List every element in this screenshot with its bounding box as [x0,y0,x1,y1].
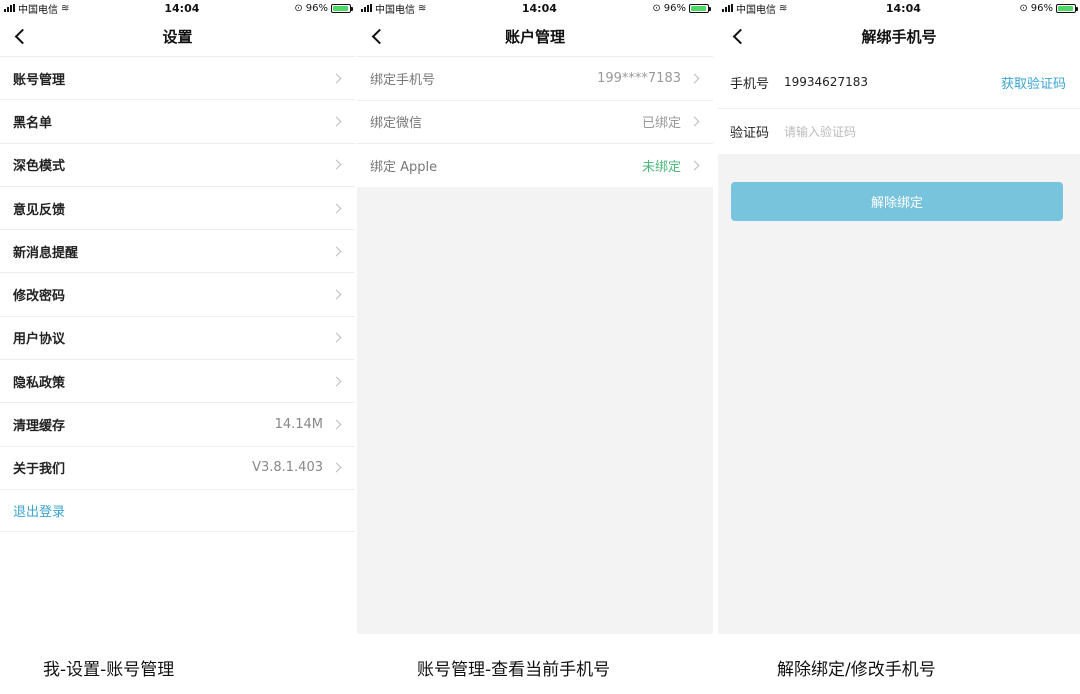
chevron-right-icon [331,116,342,127]
orientation-lock-icon: ⊙ [652,2,661,14]
battery-fill [1058,5,1074,11]
page-title: 账户管理 [504,27,565,46]
carrier-label: 中国电信 [736,4,776,16]
chevron-right-icon [689,116,700,127]
battery-fill [333,5,349,11]
item-label: 意见反馈 [13,202,66,218]
nav-bar: 解绑手机号 [718,16,1080,56]
status-time: 14:04 [885,1,921,15]
logout-button[interactable]: 退出登录 [0,488,355,532]
settings-item-dark-mode[interactable]: 深色模式 [0,142,355,186]
battery-percent: 96% [305,2,328,14]
account-item-wechat[interactable]: 绑定微信 已绑定 [357,99,713,144]
chevron-right-icon [689,160,700,171]
back-icon[interactable] [12,26,32,46]
battery-icon [331,3,353,13]
status-bar: 中国电信 ≋ 14:04 ⊙ 96% [0,0,355,16]
settings-item-blacklist[interactable]: 黑名单 [0,99,355,142]
nav-bar: 设置 [0,16,355,56]
apple-status: 未绑定 [641,159,681,175]
status-time: 14:04 [521,1,557,15]
wifi-icon: ≋ [61,2,70,14]
unbind-form: 手机号 19934627183 获取验证码 验证码 [718,56,1080,154]
code-input[interactable] [784,124,1066,139]
orientation-lock-icon: ⊙ [1019,2,1028,14]
app-version: V3.8.1.403 [252,460,323,476]
item-label: 关于我们 [13,462,66,478]
page-title: 设置 [162,27,193,46]
orientation-lock-icon: ⊙ [294,2,303,14]
item-label: 清理缓存 [13,419,66,435]
chevron-right-icon [331,462,342,473]
item-label: 绑定手机号 [370,72,436,88]
item-label: 深色模式 [13,159,66,175]
item-label: 账号管理 [13,72,66,88]
status-bar: 中国电信 ≋ 14:04 ⊙ 96% [718,0,1080,16]
item-label: 绑定微信 [370,116,423,132]
settings-item-user-agreement[interactable]: 用户协议 [0,315,355,359]
chevron-right-icon [689,73,700,84]
settings-item-change-password[interactable]: 修改密码 [0,272,355,315]
battery-percent: 96% [663,2,686,14]
settings-item-notifications[interactable]: 新消息提醒 [0,229,355,272]
unbind-button[interactable]: 解除绑定 [731,182,1063,221]
chevron-right-icon [331,73,342,84]
settings-item-about[interactable]: 关于我们 V3.8.1.403 [0,445,355,489]
phone-label: 手机号 [730,76,770,92]
cache-size: 14.14M [274,417,323,433]
account-list: 绑定手机号 199****7183 绑定微信 已绑定 绑定 Apple 未绑定 [357,56,713,187]
item-label: 新消息提醒 [13,245,79,261]
battery-icon [689,3,711,13]
chevron-right-icon [331,203,342,213]
chevron-right-icon [331,159,342,170]
unbind-phone-screen: 中国电信 ≋ 14:04 ⊙ 96% 解绑手机号 手机号 19934627183… [718,0,1080,634]
signal-icon [4,4,15,12]
carrier-label: 中国电信 [375,4,415,16]
account-management-screen: 中国电信 ≋ 14:04 ⊙ 96% 账户管理 绑定手机号 199****7183… [357,0,713,634]
signal-icon [361,4,372,12]
caption-unbind: 解除绑定/修改手机号 [777,660,936,680]
item-label: 隐私政策 [13,375,66,391]
carrier-label: 中国电信 [18,4,58,16]
wechat-status: 已绑定 [641,116,681,132]
get-code-button[interactable]: 获取验证码 [1001,73,1066,92]
wifi-icon: ≋ [418,2,427,14]
account-item-phone[interactable]: 绑定手机号 199****7183 [357,56,713,100]
account-item-apple[interactable]: 绑定 Apple 未绑定 [357,143,713,187]
chevron-right-icon [331,289,342,300]
chevron-right-icon [331,246,342,257]
page-title: 解绑手机号 [861,27,937,46]
item-label: 绑定 Apple [370,159,438,175]
item-label: 黑名单 [13,115,53,131]
status-time: 14:04 [164,1,200,15]
settings-item-privacy[interactable]: 隐私政策 [0,359,355,402]
nav-bar: 账户管理 [357,16,713,56]
settings-screen: 中国电信 ≋ 14:04 ⊙ 96% 设置 账号管理 黑名单 深色模式 意见反馈… [0,0,355,634]
wifi-icon: ≋ [779,2,788,14]
battery-icon [1056,3,1078,13]
back-icon[interactable] [369,26,389,46]
chevron-right-icon [331,332,342,343]
settings-list: 账号管理 黑名单 深色模式 意见反馈 新消息提醒 修改密码 用户协议 隐私政策 … [0,56,355,532]
status-bar: 中国电信 ≋ 14:04 ⊙ 96% [357,0,713,16]
phone-number: 19934627183 [784,75,868,89]
caption-account: 账号管理-查看当前手机号 [417,660,611,680]
battery-fill [691,5,707,11]
settings-item-feedback[interactable]: 意见反馈 [0,185,355,229]
settings-item-account[interactable]: 账号管理 [0,56,355,99]
settings-item-clear-cache[interactable]: 清理缓存 14.14M [0,402,355,445]
masked-phone: 199****7183 [597,70,681,86]
code-label: 验证码 [730,126,770,141]
item-label: 修改密码 [13,289,66,305]
phone-row: 手机号 19934627183 获取验证码 [718,56,1080,108]
chevron-right-icon [331,376,342,387]
battery-percent: 96% [1030,2,1053,14]
back-icon[interactable] [730,26,750,46]
item-label: 用户协议 [13,332,66,348]
code-row: 验证码 [718,108,1080,154]
signal-icon [722,4,733,12]
caption-settings: 我-设置-账号管理 [43,660,175,680]
chevron-right-icon [331,419,342,430]
